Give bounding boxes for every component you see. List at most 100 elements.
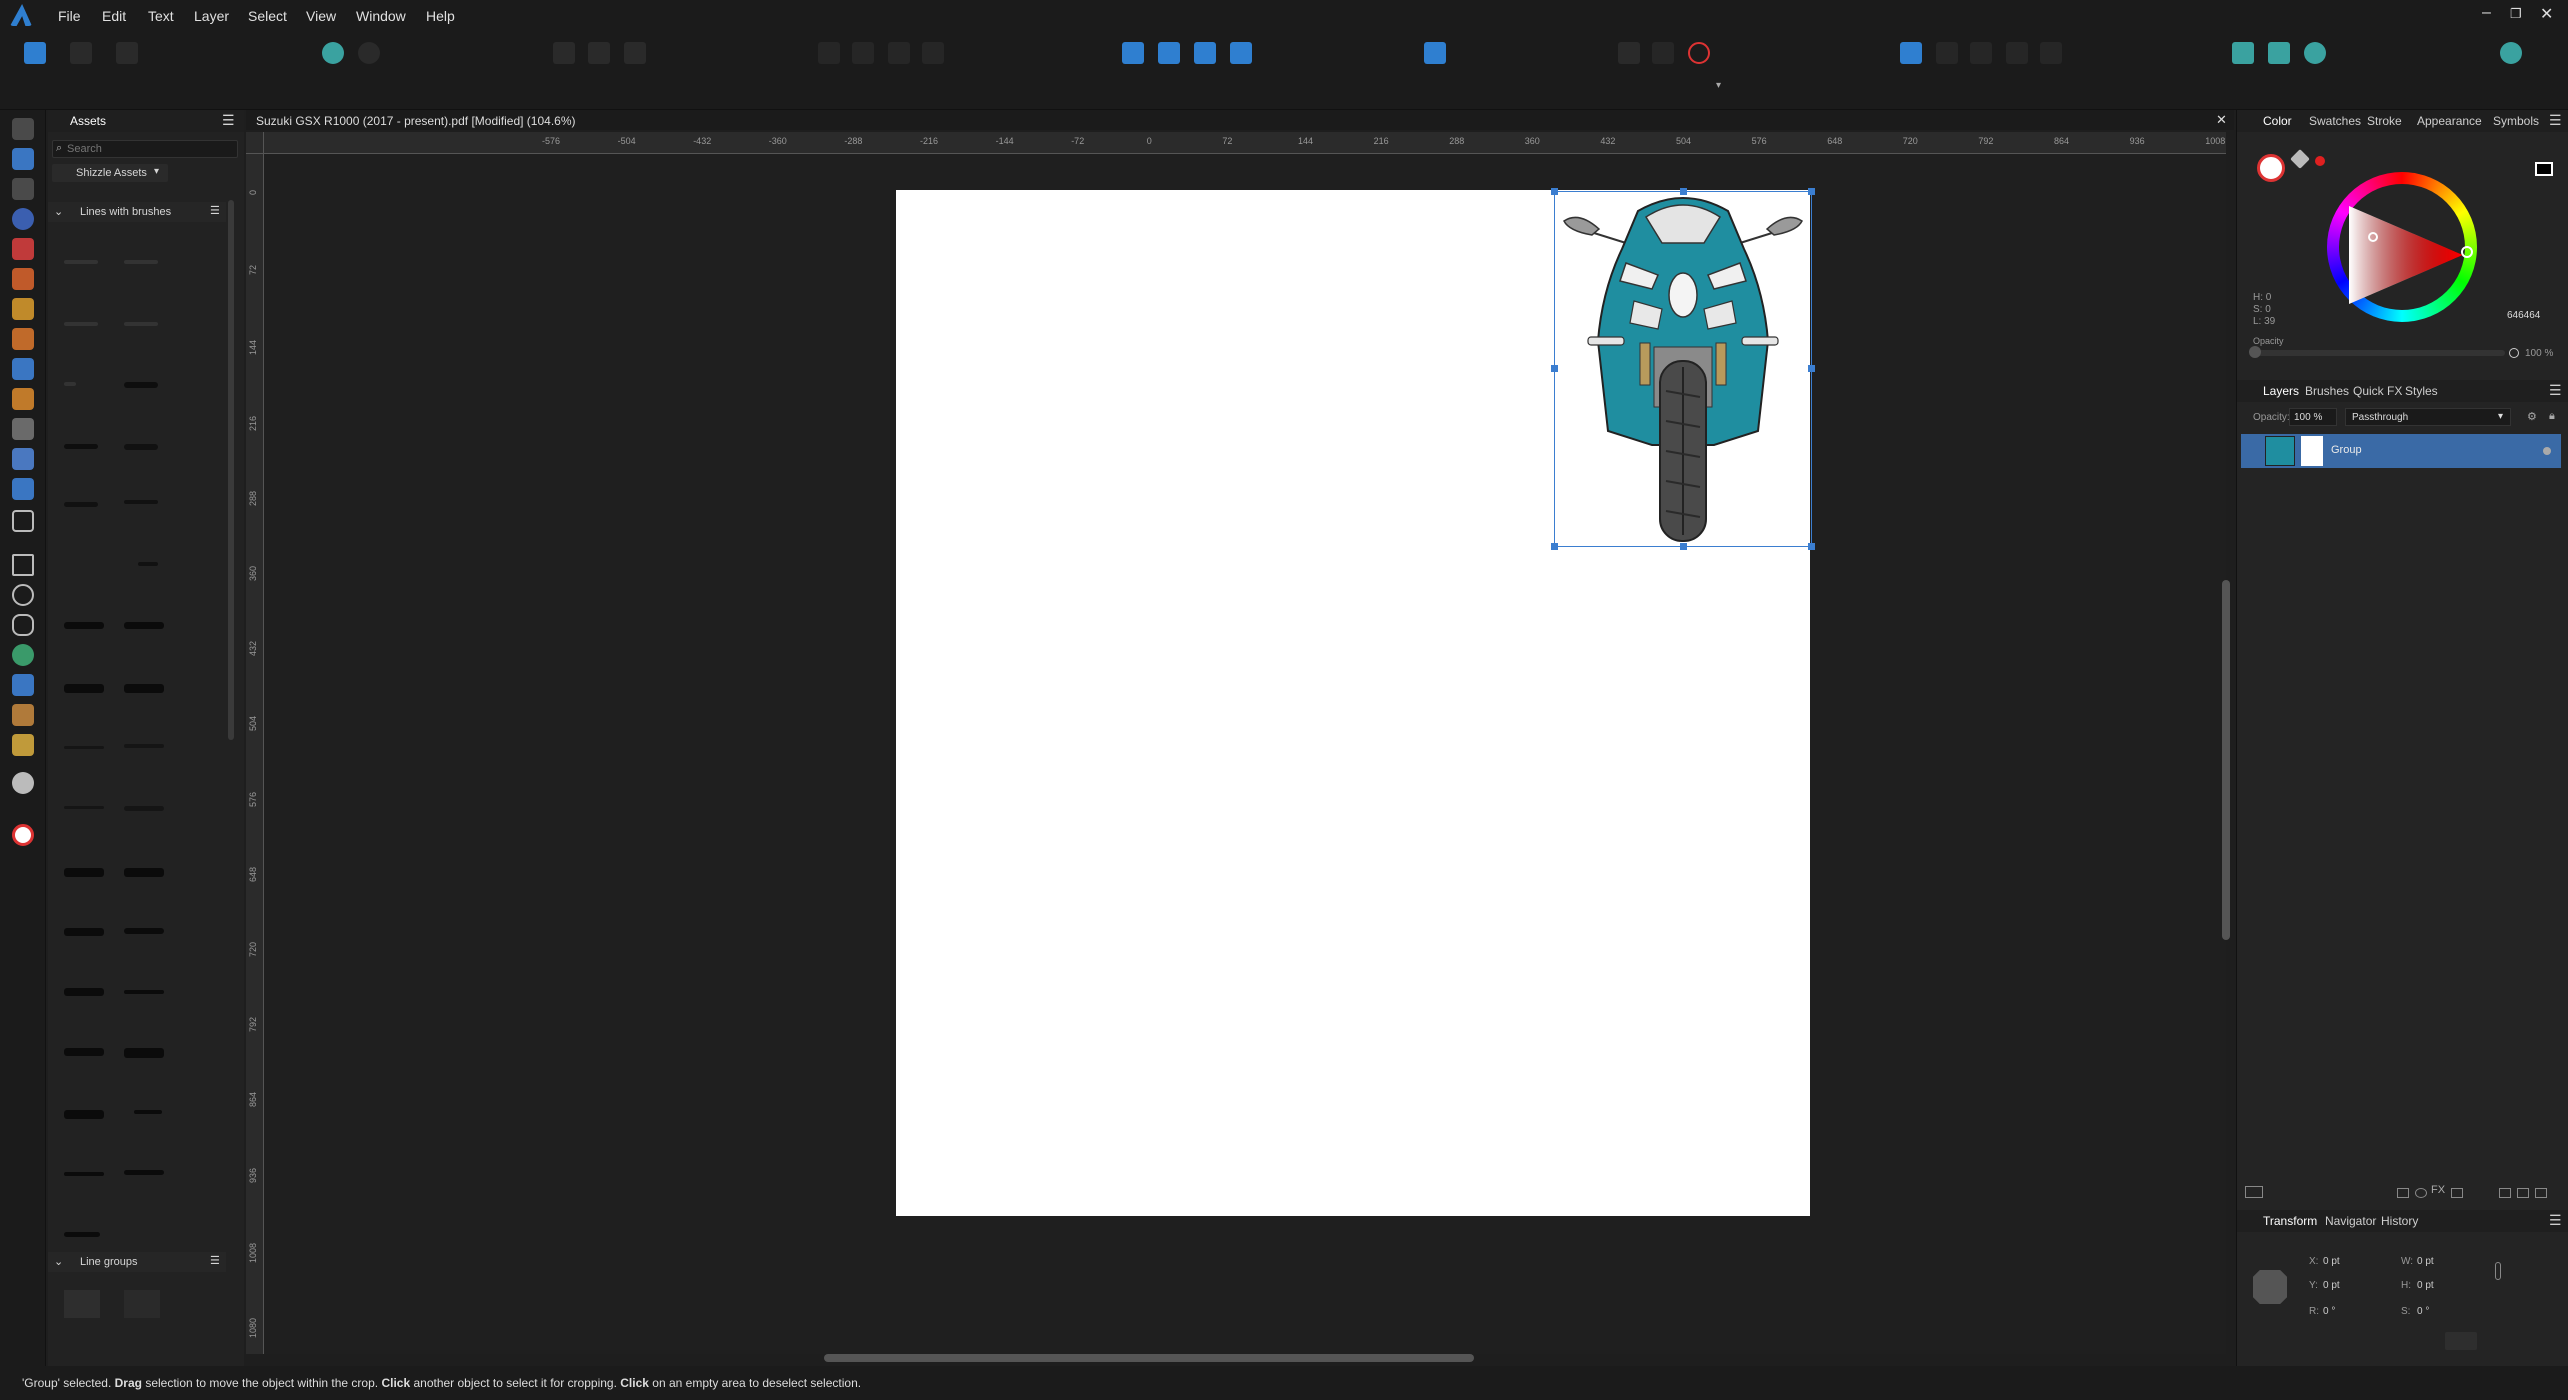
- w-field[interactable]: 0 pt: [2417, 1256, 2434, 1267]
- vertical-scrollbar[interactable]: [2222, 580, 2230, 940]
- brush-swatch[interactable]: [138, 562, 158, 566]
- brush-swatch[interactable]: [124, 928, 164, 934]
- arrange-forward-icon[interactable]: [888, 42, 910, 64]
- gear-icon[interactable]: [322, 42, 344, 64]
- menu-select[interactable]: Select: [248, 8, 287, 24]
- place-image-icon[interactable]: [12, 478, 34, 500]
- pen-tool-icon[interactable]: [12, 268, 34, 290]
- gear-icon[interactable]: ⚙: [2527, 410, 2537, 423]
- lock-icon[interactable]: 🔒︎: [2549, 410, 2555, 423]
- menu-icon[interactable]: ☰: [222, 112, 235, 129]
- eyedropper-icon[interactable]: [2290, 149, 2310, 169]
- globe-icon[interactable]: [2304, 42, 2326, 64]
- layer-stack-icon[interactable]: [2245, 1186, 2263, 1198]
- tab-appearance[interactable]: Appearance: [2417, 114, 2482, 128]
- flip-vertical-icon[interactable]: [1158, 42, 1180, 64]
- brush-swatch[interactable]: [64, 1110, 104, 1119]
- blend-mode-select[interactable]: Passthrough ▾: [2345, 408, 2511, 426]
- line-group-swatch[interactable]: [124, 1290, 160, 1318]
- ruler-corner[interactable]: [246, 132, 264, 154]
- boolean-xor-icon[interactable]: [2006, 42, 2028, 64]
- menu-file[interactable]: File: [58, 8, 81, 24]
- visibility-dot-icon[interactable]: [2543, 447, 2551, 455]
- transform-options-button[interactable]: [2445, 1332, 2477, 1350]
- rounded-rect-icon[interactable]: [12, 614, 34, 636]
- menu-window[interactable]: Window: [356, 8, 406, 24]
- lock-aspect-icon[interactable]: [2495, 1262, 2501, 1280]
- menu-help[interactable]: Help: [426, 8, 455, 24]
- flip-horizontal-icon[interactable]: [1122, 42, 1144, 64]
- zoom-tool-icon[interactable]: [12, 772, 34, 794]
- menu-edit[interactable]: Edit: [102, 8, 126, 24]
- menu-icon[interactable]: ☰: [2549, 1212, 2562, 1229]
- brush-swatch[interactable]: [64, 1048, 104, 1056]
- selection-handle[interactable]: [1808, 365, 1815, 372]
- designer-persona-icon[interactable]: [24, 42, 46, 64]
- horizontal-ruler[interactable]: -576 -504 -432 -360 -288 -216 -144 -72 0 72 144 216…: [264, 132, 2452, 154]
- rotate-left-icon[interactable]: [1194, 42, 1216, 64]
- shape-tool-icon[interactable]: [12, 644, 34, 666]
- brush-swatch[interactable]: [124, 500, 158, 504]
- menu-icon[interactable]: ☰: [2549, 382, 2562, 399]
- tab-styles[interactable]: Styles: [2405, 384, 2438, 398]
- brush-swatch[interactable]: [64, 988, 104, 996]
- rotation-field[interactable]: 0 °: [2323, 1306, 2335, 1317]
- shape-builder-icon[interactable]: [12, 208, 34, 230]
- fill-swatch[interactable]: [2257, 154, 2285, 182]
- group-icon[interactable]: [2451, 1188, 2463, 1198]
- brush-swatch[interactable]: [64, 868, 104, 877]
- ellipse-tool-icon[interactable]: [12, 584, 34, 606]
- minimize-icon[interactable]: –: [2482, 4, 2491, 22]
- opacity-slider[interactable]: [2253, 350, 2505, 356]
- user-account-icon[interactable]: [2500, 42, 2522, 64]
- menu-icon[interactable]: ☰: [210, 1254, 220, 1267]
- menu-view[interactable]: View: [306, 8, 336, 24]
- settings-icon[interactable]: [358, 42, 380, 64]
- close-window-icon[interactable]: ✕: [2540, 4, 2553, 24]
- isolate-icon[interactable]: [588, 42, 610, 64]
- brush-swatch[interactable]: [64, 322, 98, 326]
- color-picker-icon[interactable]: [12, 704, 34, 726]
- tab-swatches[interactable]: Swatches: [2309, 114, 2361, 128]
- arrange-back-icon[interactable]: [818, 42, 840, 64]
- brush-swatch[interactable]: [64, 382, 76, 386]
- brush-swatch[interactable]: [124, 444, 158, 450]
- tab-color[interactable]: Color: [2263, 114, 2292, 128]
- selection-handle[interactable]: [1680, 188, 1687, 195]
- paint-brush-icon[interactable]: [12, 358, 34, 380]
- shear-field[interactable]: 0 °: [2417, 1306, 2429, 1317]
- layer-opacity-field[interactable]: 100 %: [2289, 408, 2337, 426]
- delete-layer-icon[interactable]: [2535, 1188, 2547, 1198]
- section-line-groups[interactable]: ⌄ Line groups ☰: [48, 1252, 226, 1272]
- brush-swatch[interactable]: [124, 744, 164, 748]
- selection-handle[interactable]: [1551, 543, 1558, 550]
- vertical-ruler[interactable]: 0 72 144 216 288 360 432 504 576 648 720 792 864 936 1…: [246, 154, 264, 1354]
- line-group-swatch[interactable]: [64, 1290, 100, 1318]
- anchor-selector-icon[interactable]: [2253, 1270, 2287, 1304]
- selection-handle[interactable]: [1680, 543, 1687, 550]
- align-icon[interactable]: [1424, 42, 1446, 64]
- brush-swatch[interactable]: [64, 1172, 104, 1176]
- brush-swatch[interactable]: [124, 990, 164, 994]
- tab-stroke[interactable]: Stroke: [2367, 114, 2402, 128]
- document-tab[interactable]: Suzuki GSX R1000 (2017 - present).pdf [M…: [246, 110, 2234, 130]
- brush-swatch[interactable]: [124, 382, 158, 388]
- tab-navigator[interactable]: Navigator: [2325, 1214, 2376, 1228]
- move-tool-icon[interactable]: [12, 118, 34, 140]
- selection-box[interactable]: [1551, 188, 1815, 550]
- brush-swatch[interactable]: [64, 746, 104, 749]
- pencil-tool-icon[interactable]: [12, 298, 34, 320]
- tab-symbols[interactable]: Symbols: [2493, 114, 2539, 128]
- pixel-persona-icon[interactable]: [70, 42, 92, 64]
- tab-brushes[interactable]: Brushes: [2305, 384, 2349, 398]
- brush-swatch[interactable]: [124, 260, 158, 264]
- fill-tool-icon[interactable]: [12, 388, 34, 410]
- brush-swatch[interactable]: [64, 684, 104, 693]
- h-field[interactable]: 0 pt: [2417, 1280, 2434, 1291]
- rotate-right-icon[interactable]: [1230, 42, 1252, 64]
- bw-swatch-icon[interactable]: [2535, 162, 2553, 176]
- arrange-backward-icon[interactable]: [852, 42, 874, 64]
- brush-swatch[interactable]: [64, 444, 98, 449]
- brush-swatch[interactable]: [64, 928, 104, 936]
- color-picker-handle[interactable]: [2368, 232, 2378, 242]
